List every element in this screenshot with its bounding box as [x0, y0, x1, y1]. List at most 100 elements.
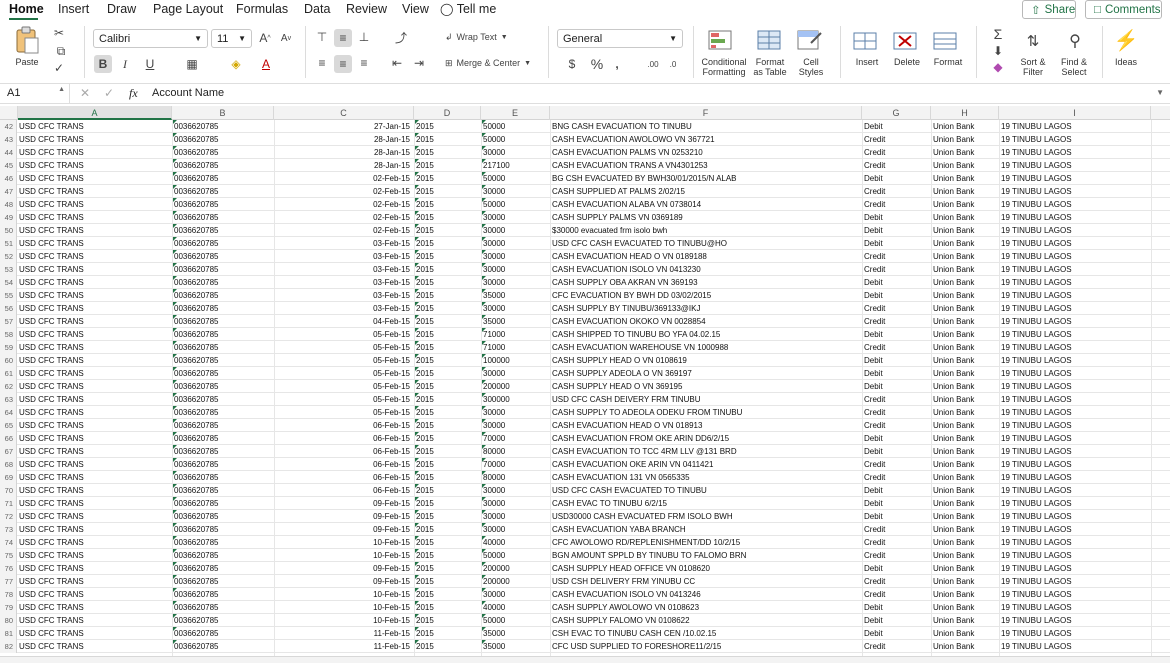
- year-cell[interactable]: 2015: [416, 315, 479, 328]
- amount-cell[interactable]: 80000: [483, 471, 546, 484]
- description-cell[interactable]: BNG CASH EVACUATION TO TINUBU: [552, 120, 857, 133]
- year-cell[interactable]: 2015: [416, 627, 479, 640]
- autosum-icon[interactable]: Σ: [986, 26, 1010, 42]
- account-name-cell[interactable]: USD CFC TRANS: [19, 328, 169, 341]
- dr-cr-cell[interactable]: Credit: [864, 458, 928, 471]
- address-cell[interactable]: 19 TINUBU LAGOS: [1001, 627, 1149, 640]
- format-label[interactable]: Format: [930, 57, 966, 67]
- orientation-icon[interactable]: ⤴: [388, 29, 414, 45]
- dr-cr-cell[interactable]: Debit: [864, 289, 928, 302]
- account-number-cell[interactable]: 0036620785: [174, 588, 269, 601]
- amount-cell[interactable]: 30000: [483, 510, 546, 523]
- amount-cell[interactable]: 30000: [483, 484, 546, 497]
- dr-cr-cell[interactable]: Credit: [864, 471, 928, 484]
- account-number-cell[interactable]: 0036620785: [174, 289, 269, 302]
- account-name-cell[interactable]: USD CFC TRANS: [19, 549, 169, 562]
- dr-cr-cell[interactable]: Debit: [864, 172, 928, 185]
- font-size-select[interactable]: 11 ▼: [211, 29, 252, 48]
- description-cell[interactable]: CASH SUPPLY BY TINUBU/369133@IKJ: [552, 302, 857, 315]
- year-cell[interactable]: 2015: [416, 640, 479, 653]
- account-name-cell[interactable]: USD CFC TRANS: [19, 237, 169, 250]
- amount-cell[interactable]: 71000: [483, 341, 546, 354]
- row-header[interactable]: 70: [0, 484, 17, 497]
- bank-cell[interactable]: Union Bank: [933, 120, 997, 133]
- account-number-cell[interactable]: 0036620785: [174, 172, 269, 185]
- account-number-cell[interactable]: 0036620785: [174, 562, 269, 575]
- year-cell[interactable]: 2015: [416, 614, 479, 627]
- bank-cell[interactable]: Union Bank: [933, 224, 997, 237]
- date-cell[interactable]: 06-Feb-15: [276, 432, 410, 445]
- amount-cell[interactable]: 30000: [483, 276, 546, 289]
- year-cell[interactable]: 2015: [416, 393, 479, 406]
- conditional-formatting-label[interactable]: Conditional Formatting: [698, 57, 750, 77]
- account-name-cell[interactable]: USD CFC TRANS: [19, 445, 169, 458]
- bank-cell[interactable]: Union Bank: [933, 484, 997, 497]
- dr-cr-cell[interactable]: Credit: [864, 536, 928, 549]
- account-name-cell[interactable]: USD CFC TRANS: [19, 211, 169, 224]
- date-cell[interactable]: 09-Feb-15: [276, 523, 410, 536]
- bank-cell[interactable]: Union Bank: [933, 445, 997, 458]
- year-cell[interactable]: 2015: [416, 302, 479, 315]
- clear-icon[interactable]: ◆: [986, 60, 1010, 74]
- dr-cr-cell[interactable]: Debit: [864, 120, 928, 133]
- description-cell[interactable]: CASH SUPPLY HEAD O VN 369195: [552, 380, 857, 393]
- column-header-i[interactable]: I: [999, 106, 1151, 120]
- bank-cell[interactable]: Union Bank: [933, 601, 997, 614]
- description-cell[interactable]: CASH SUPPLY FALOMO VN 0108622: [552, 614, 857, 627]
- date-cell[interactable]: 06-Feb-15: [276, 484, 410, 497]
- delete-cells-icon[interactable]: [890, 28, 926, 54]
- address-cell[interactable]: 19 TINUBU LAGOS: [1001, 536, 1149, 549]
- account-number-cell[interactable]: 0036620785: [174, 354, 269, 367]
- dr-cr-cell[interactable]: Credit: [864, 588, 928, 601]
- comma-style-icon[interactable]: ,: [610, 55, 624, 73]
- decrease-indent-icon[interactable]: ⇤: [389, 55, 405, 71]
- cell-styles-label[interactable]: Cell Styles: [794, 57, 828, 77]
- address-cell[interactable]: 19 TINUBU LAGOS: [1001, 211, 1149, 224]
- bank-cell[interactable]: Union Bank: [933, 341, 997, 354]
- account-name-cell[interactable]: USD CFC TRANS: [19, 471, 169, 484]
- year-cell[interactable]: 2015: [416, 146, 479, 159]
- year-cell[interactable]: 2015: [416, 432, 479, 445]
- address-cell[interactable]: 19 TINUBU LAGOS: [1001, 263, 1149, 276]
- row-header[interactable]: 62: [0, 380, 17, 393]
- bank-cell[interactable]: Union Bank: [933, 419, 997, 432]
- row-header[interactable]: 65: [0, 419, 17, 432]
- account-name-cell[interactable]: USD CFC TRANS: [19, 562, 169, 575]
- enter-icon[interactable]: ✓: [104, 86, 114, 100]
- account-name-cell[interactable]: USD CFC TRANS: [19, 497, 169, 510]
- account-number-cell[interactable]: 0036620785: [174, 237, 269, 250]
- dr-cr-cell[interactable]: Debit: [864, 432, 928, 445]
- year-cell[interactable]: 2015: [416, 328, 479, 341]
- amount-cell[interactable]: 50000: [483, 133, 546, 146]
- row-header[interactable]: 51: [0, 237, 17, 250]
- row-header[interactable]: 42: [0, 120, 17, 133]
- year-cell[interactable]: 2015: [416, 133, 479, 146]
- description-cell[interactable]: CASH EVACUATION ISOLO VN 0413246: [552, 588, 857, 601]
- description-cell[interactable]: CASH EVACUATION TRANS A VN4301253: [552, 159, 857, 172]
- address-cell[interactable]: 19 TINUBU LAGOS: [1001, 575, 1149, 588]
- date-cell[interactable]: 10-Feb-15: [276, 614, 410, 627]
- name-box[interactable]: A1 ▲: [0, 84, 70, 103]
- row-header[interactable]: 79: [0, 601, 17, 614]
- address-cell[interactable]: 19 TINUBU LAGOS: [1001, 250, 1149, 263]
- dr-cr-cell[interactable]: Credit: [864, 575, 928, 588]
- font-color-icon[interactable]: A: [254, 55, 278, 73]
- date-cell[interactable]: 11-Feb-15: [276, 627, 410, 640]
- date-cell[interactable]: 03-Feb-15: [276, 237, 410, 250]
- date-cell[interactable]: 06-Feb-15: [276, 419, 410, 432]
- tab-insert[interactable]: Insert: [58, 2, 89, 16]
- year-cell[interactable]: 2015: [416, 263, 479, 276]
- account-number-cell[interactable]: 0036620785: [174, 458, 269, 471]
- address-cell[interactable]: 19 TINUBU LAGOS: [1001, 341, 1149, 354]
- column-header-f[interactable]: F: [550, 106, 862, 120]
- row-header[interactable]: 58: [0, 328, 17, 341]
- delete-label[interactable]: Delete: [890, 57, 924, 67]
- amount-cell[interactable]: 70000: [483, 432, 546, 445]
- amount-cell[interactable]: 30000: [483, 406, 546, 419]
- amount-cell[interactable]: 50000: [483, 198, 546, 211]
- row-header[interactable]: 52: [0, 250, 17, 263]
- account-name-cell[interactable]: USD CFC TRANS: [19, 198, 169, 211]
- amount-cell[interactable]: 30000: [483, 523, 546, 536]
- description-cell[interactable]: CASH SUPPLIED AT PALMS 2/02/15: [552, 185, 857, 198]
- row-header[interactable]: 54: [0, 276, 17, 289]
